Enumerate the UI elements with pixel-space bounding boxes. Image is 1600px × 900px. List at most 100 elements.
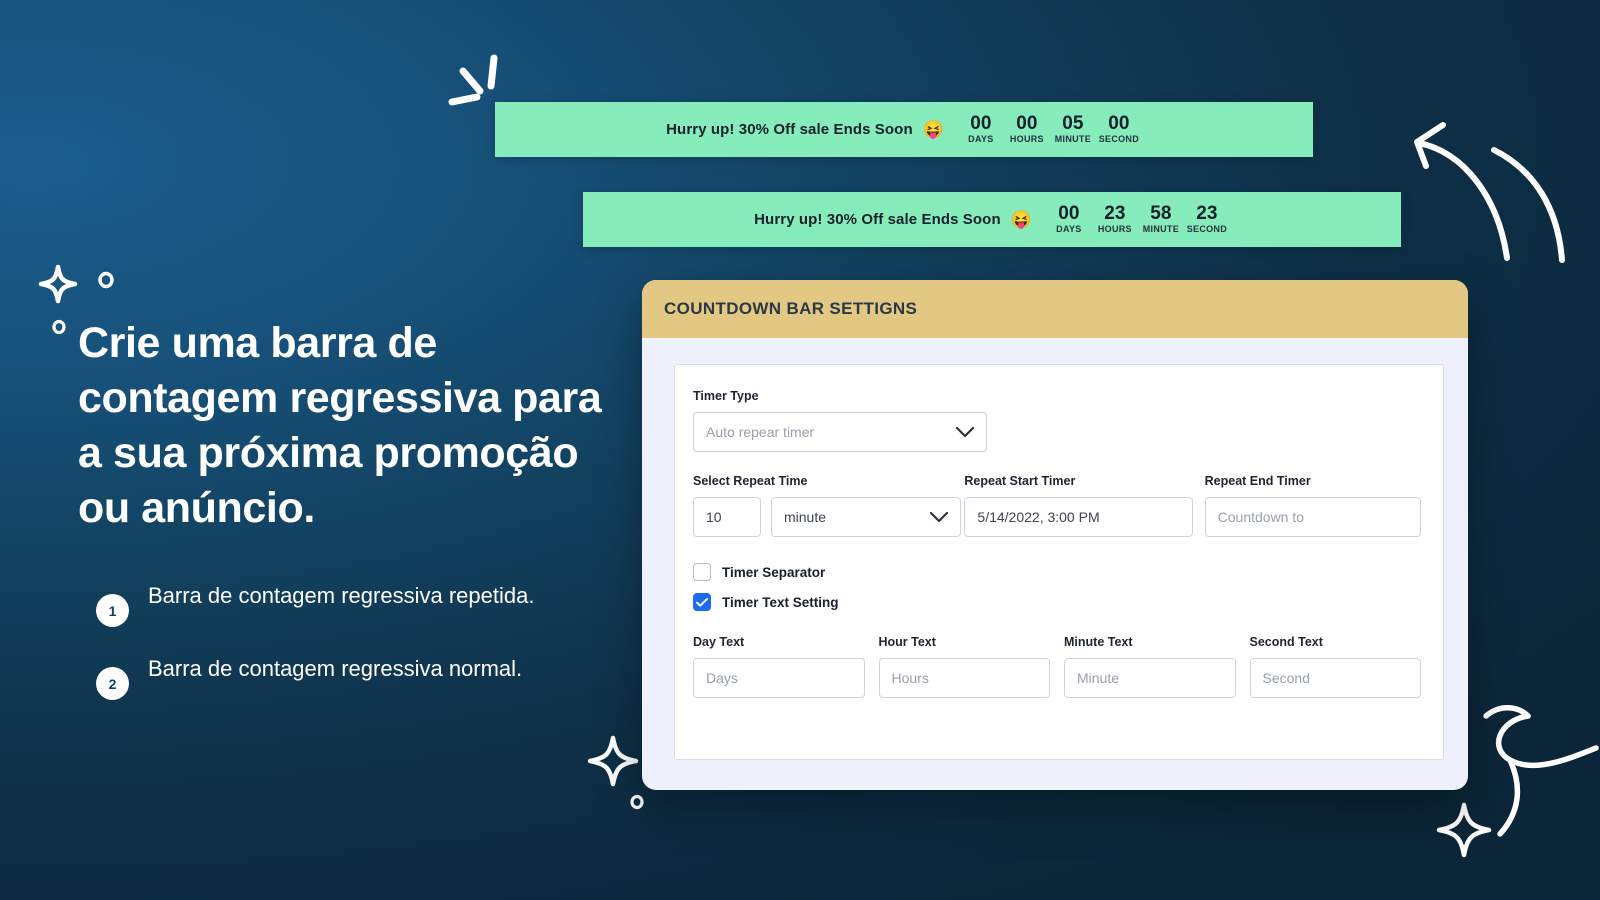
four-point-star-icon: [585, 733, 641, 789]
page-title: Crie uma barra de contagem regressiva pa…: [78, 319, 602, 533]
repeat-end-timer-label: Repeat End Timer: [1204, 474, 1311, 488]
minute-text-placeholder: Minute: [1077, 670, 1120, 686]
tongue-out-emoji-icon: 😝: [1010, 209, 1032, 229]
second-value: 00: [1108, 113, 1130, 135]
list-item-number: 1: [96, 594, 129, 627]
timer-type-label: Timer Type: [693, 389, 759, 403]
day-text-label: Day Text: [693, 635, 745, 649]
timer-separator-label: Timer Separator: [722, 564, 826, 580]
countdown-unit-second: 00 SECOND: [1096, 114, 1142, 145]
panel-header: COUNTDOWN BAR SETTIGNS: [642, 280, 1468, 338]
small-circle-icon: [50, 318, 68, 336]
repeat-end-timer-group: Repeat End Timer Countdown to: [1204, 474, 1421, 537]
hour-text-placeholder: Hours: [891, 670, 929, 686]
swirl-loop-icon: [1470, 700, 1600, 840]
repeat-end-timer-input[interactable]: Countdown to: [1204, 497, 1421, 537]
panel-body: Timer Type Auto repear timer Select Repe…: [642, 338, 1468, 784]
days-value: 00: [970, 113, 992, 135]
minute-text-input[interactable]: Minute: [1064, 658, 1236, 698]
days-value: 00: [1058, 203, 1080, 225]
select-repeat-time-label: Select Repeat Time: [693, 474, 808, 488]
minute-text-group: Minute Text Minute: [1064, 635, 1236, 698]
timer-separator-checkbox[interactable]: [693, 563, 711, 581]
days-label: DAYS: [1056, 224, 1082, 235]
countdown-bar-message: Hurry up! 30% Off sale Ends Soon: [754, 210, 1001, 228]
small-circle-icon: [96, 270, 116, 290]
repeat-end-timer-placeholder: Countdown to: [1217, 509, 1305, 525]
select-repeat-time-group: Select Repeat Time 10 minute: [693, 474, 962, 537]
four-point-star-icon: [1434, 800, 1494, 860]
repeat-settings-row: Select Repeat Time 10 minute Repeat Star…: [693, 474, 1421, 537]
toggle-options: Timer Separator Timer Text Setting: [693, 563, 1421, 611]
curved-arrow-icon: [1408, 118, 1520, 263]
panel-title: COUNTDOWN BAR SETTIGNS: [664, 299, 918, 318]
list-item: 1 Barra de contagem regressiva repetida.: [96, 576, 566, 627]
countdown-bar-message: Hurry up! 30% Off sale Ends Soon: [666, 120, 913, 138]
timer-type-group: Timer Type Auto repear timer: [693, 389, 987, 452]
repeat-start-timer-value: 5/14/2022, 3:00 PM: [977, 509, 1100, 525]
list-item: 2 Barra de contagem regressiva normal.: [96, 649, 566, 700]
days-label: DAYS: [968, 134, 994, 145]
day-text-group: Day Text Days: [693, 635, 865, 698]
four-point-star-icon: [36, 262, 80, 306]
countdown-unit-days: 00 DAYS: [1046, 204, 1092, 235]
second-label: SECOND: [1098, 134, 1140, 145]
second-value: 23: [1196, 203, 1218, 225]
list-item-label: Barra de contagem regressiva repetida.: [148, 583, 535, 608]
countdown-unit-minute: 05 MINUTE: [1050, 114, 1096, 145]
countdown-bar-preview-1: Hurry up! 30% Off sale Ends Soon 😝 00 DA…: [495, 102, 1313, 157]
repeat-unit-select[interactable]: minute: [771, 497, 962, 537]
hour-text-group: Hour Text Hours: [878, 635, 1050, 698]
timer-separator-row[interactable]: Timer Separator: [693, 563, 1421, 581]
countdown-units: 00 DAYS 00 HOURS 05 MINUTE 00 SECOND: [958, 114, 1142, 145]
hour-text-label: Hour Text: [878, 635, 936, 649]
minute-value: 05: [1062, 113, 1084, 135]
curved-accent-stroke: [1488, 147, 1583, 268]
timer-text-setting-checkbox[interactable]: [693, 593, 711, 611]
list-item-label: Barra de contagem regressiva normal.: [148, 656, 523, 681]
chevron-down-icon: [930, 511, 949, 523]
repeat-start-timer-group: Repeat Start Timer 5/14/2022, 3:00 PM: [964, 474, 1193, 537]
timer-type-select[interactable]: Auto repear timer: [693, 412, 987, 452]
repeat-amount-value: 10: [706, 509, 722, 525]
small-circle-icon: [628, 793, 646, 811]
minute-value: 58: [1150, 203, 1172, 225]
repeat-amount-input[interactable]: 10: [693, 497, 761, 537]
countdown-unit-second: 23 SECOND: [1184, 204, 1230, 235]
second-text-input[interactable]: Second: [1249, 658, 1421, 698]
hours-label: HOURS: [1009, 134, 1044, 145]
second-text-group: Second Text Second: [1249, 635, 1421, 698]
countdown-unit-days: 00 DAYS: [958, 114, 1004, 145]
day-text-input[interactable]: Days: [693, 658, 865, 698]
settings-form-card: Timer Type Auto repear timer Select Repe…: [674, 364, 1444, 760]
hours-label: HOURS: [1097, 224, 1132, 235]
minute-label: MINUTE: [1054, 134, 1092, 145]
day-text-placeholder: Days: [706, 670, 738, 686]
countdown-bar-settings-panel: COUNTDOWN BAR SETTIGNS Timer Type Auto r…: [642, 280, 1468, 790]
repeat-start-timer-label: Repeat Start Timer: [964, 474, 1076, 488]
hour-text-input[interactable]: Hours: [878, 658, 1050, 698]
check-icon: [696, 597, 708, 607]
repeat-unit-value: minute: [784, 509, 827, 525]
countdown-unit-hours: 23 HOURS: [1092, 204, 1138, 235]
timer-text-fields-row: Day Text Days Hour Text Hours Minute Tex…: [693, 635, 1421, 698]
minute-label: MINUTE: [1142, 224, 1180, 235]
timer-text-setting-row[interactable]: Timer Text Setting: [693, 593, 1421, 611]
second-text-label: Second Text: [1249, 635, 1323, 649]
countdown-bar-preview-2: Hurry up! 30% Off sale Ends Soon 😝 00 DA…: [583, 192, 1401, 247]
feature-list: 1 Barra de contagem regressiva repetida.…: [96, 576, 566, 722]
second-text-placeholder: Second: [1262, 670, 1310, 686]
timer-text-setting-label: Timer Text Setting: [722, 594, 839, 610]
hours-value: 00: [1016, 113, 1038, 135]
hours-value: 23: [1104, 203, 1126, 225]
minute-text-label: Minute Text: [1064, 635, 1133, 649]
countdown-units: 00 DAYS 23 HOURS 58 MINUTE 23 SECOND: [1046, 204, 1230, 235]
list-item-number: 2: [96, 667, 129, 700]
countdown-unit-minute: 58 MINUTE: [1138, 204, 1184, 235]
repeat-start-timer-input[interactable]: 5/14/2022, 3:00 PM: [964, 497, 1193, 537]
chevron-down-icon: [956, 426, 974, 438]
countdown-unit-hours: 00 HOURS: [1004, 114, 1050, 145]
promo-banner-canvas: Hurry up! 30% Off sale Ends Soon 😝 00 DA…: [0, 0, 1600, 900]
timer-type-value: Auto repear timer: [706, 424, 815, 440]
tongue-out-emoji-icon: 😝: [922, 119, 944, 139]
